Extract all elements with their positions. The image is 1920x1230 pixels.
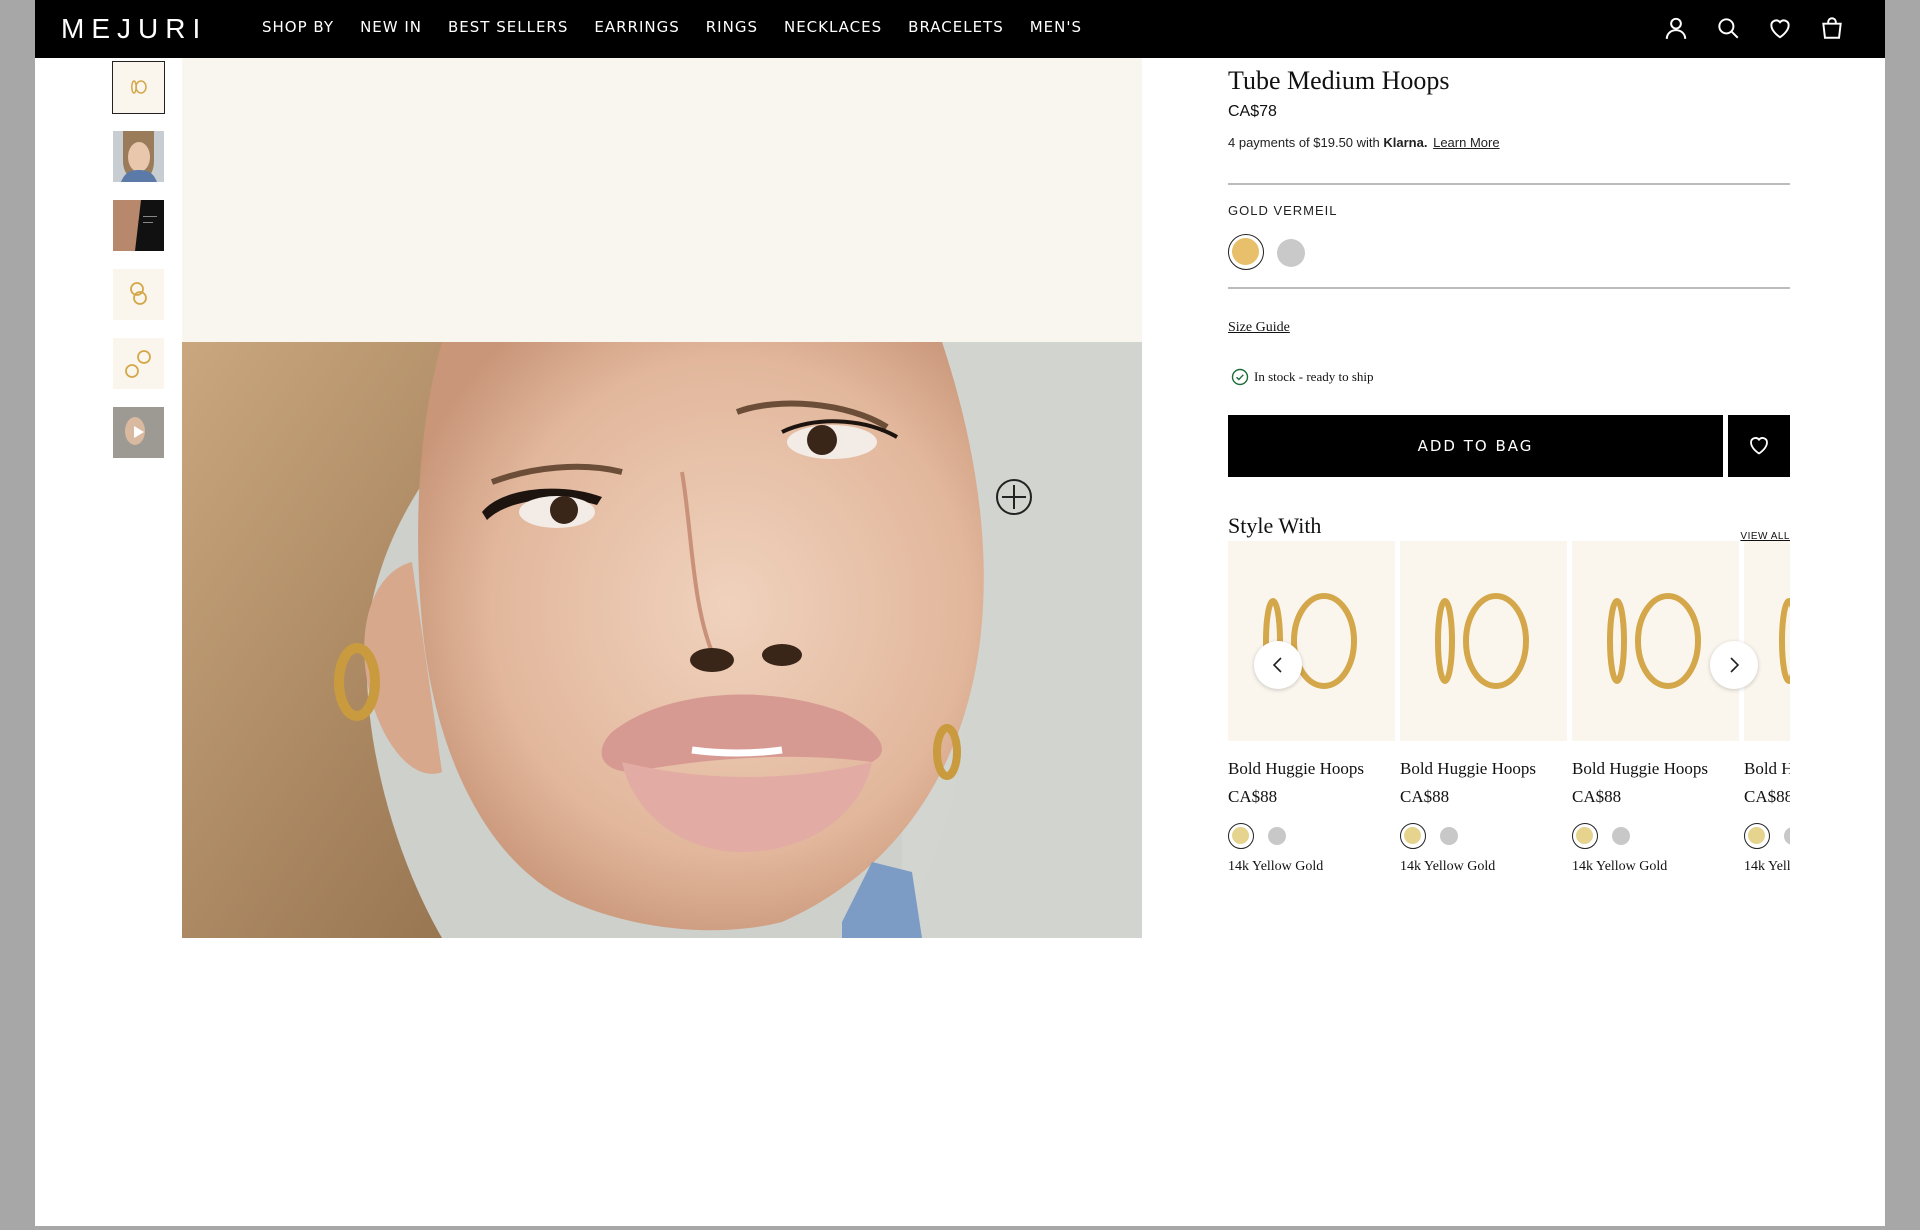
thumbnail-model-dark[interactable] [113, 200, 164, 251]
product-card-price: CA$88 [1744, 787, 1790, 806]
nav-earrings[interactable]: EARRINGS [594, 18, 679, 36]
product-card-price: CA$88 [1572, 787, 1622, 806]
thumbnail-hoops[interactable] [112, 61, 165, 114]
product-image-background [182, 58, 1142, 342]
product-card-swatch-gold[interactable] [1400, 823, 1426, 849]
product-card-image [1744, 541, 1790, 741]
carousel-next-button[interactable] [1710, 641, 1758, 689]
product-card-image [1228, 541, 1395, 741]
swatch-gold[interactable] [1228, 234, 1264, 270]
product-card-swatch-silver[interactable] [1784, 827, 1790, 845]
nav-mens[interactable]: MEN'S [1030, 18, 1082, 36]
size-guide-link[interactable]: Size Guide [1228, 320, 1290, 336]
product-card[interactable]: Bold Huggie Hoops CA$88 14k Yellow Gold [1744, 541, 1790, 874]
stock-text: In stock - ready to ship [1254, 369, 1374, 384]
product-card-material: 14k Yellow Gold [1744, 859, 1790, 874]
check-circle-icon [1231, 368, 1249, 386]
product-card-swatch-gold[interactable] [1572, 823, 1598, 849]
add-to-wishlist-button[interactable] [1728, 415, 1790, 477]
product-price: CA$78 [1228, 103, 1277, 120]
product-card-swatch-silver[interactable] [1612, 827, 1630, 845]
klarna-brand: Klarna. [1383, 135, 1428, 150]
search-icon[interactable] [1715, 15, 1741, 41]
product-card-image [1572, 541, 1739, 741]
nav-necklaces[interactable]: NECKLACES [784, 18, 882, 36]
nav-icons [1663, 15, 1845, 41]
thumbnail-hoops-linked[interactable] [113, 269, 164, 320]
product-card-name: Bold Huggie Hoops [1744, 759, 1790, 778]
top-nav: MEJURI SHOP BY NEW IN BEST SELLERS EARRI… [35, 0, 1885, 58]
chevron-left-icon [1272, 657, 1282, 673]
style-with-title: Style With [1228, 513, 1322, 538]
product-card[interactable]: Bold Huggie Hoops CA$88 14k Yellow Gold [1572, 541, 1739, 874]
klarna-learn-more-link[interactable]: Learn More [1433, 135, 1499, 150]
thumbnail-list [112, 61, 165, 476]
product-card-swatch-silver[interactable] [1268, 827, 1286, 845]
swatch-silver[interactable] [1277, 239, 1305, 267]
thumbnail-video[interactable] [113, 407, 164, 458]
product-card-name: Bold Huggie Hoops [1572, 759, 1708, 778]
product-card[interactable]: Bold Huggie Hoops CA$88 14k Yellow Gold [1228, 541, 1395, 874]
product-card-swatch-gold[interactable] [1744, 823, 1770, 849]
product-card-material: 14k Yellow Gold [1400, 859, 1496, 874]
chevron-right-icon [1730, 657, 1740, 673]
product-card-material: 14k Yellow Gold [1228, 859, 1324, 874]
thumbnail-model-face[interactable] [113, 131, 164, 182]
heart-icon [1750, 436, 1768, 455]
nav-bracelets[interactable]: BRACELETS [908, 18, 1004, 36]
product-card-swatch-silver[interactable] [1440, 827, 1458, 845]
product-title: Tube Medium Hoops [1228, 66, 1450, 95]
nav-best-sellers[interactable]: BEST SELLERS [448, 18, 568, 36]
metal-label: GOLD VERMEIL [1228, 203, 1338, 218]
product-main-image[interactable] [182, 58, 1142, 938]
product-card[interactable]: Bold Huggie Hoops CA$88 14k Yellow Gold [1400, 541, 1567, 874]
klarna-installments: 4 payments of $19.50 with Klarna. Learn … [1228, 135, 1500, 150]
stock-status: In stock - ready to ship [1231, 368, 1374, 386]
nav-shop-by[interactable]: SHOP BY [262, 18, 334, 36]
product-card-name: Bold Huggie Hoops [1400, 759, 1536, 778]
klarna-text: 4 payments of $19.50 with [1228, 135, 1380, 150]
product-card-swatch-gold[interactable] [1228, 823, 1254, 849]
style-with-carousel: Bold Huggie Hoops CA$88 14k Yellow Gold … [1228, 541, 1790, 941]
account-icon[interactable] [1663, 15, 1689, 41]
carousel-prev-button[interactable] [1254, 641, 1302, 689]
product-card-name: Bold Huggie Hoops [1228, 759, 1364, 778]
product-card-price: CA$88 [1400, 787, 1450, 806]
page: MEJURI SHOP BY NEW IN BEST SELLERS EARRI… [35, 0, 1885, 1226]
bag-icon[interactable] [1819, 15, 1845, 41]
product-card-material: 14k Yellow Gold [1572, 859, 1668, 874]
thumbnail-hoops-pair[interactable] [113, 338, 164, 389]
zoom-cursor-icon [996, 479, 1032, 515]
add-to-bag-button[interactable]: ADD TO BAG [1228, 415, 1723, 477]
wishlist-icon[interactable] [1767, 15, 1793, 41]
divider [1228, 183, 1790, 185]
logo[interactable]: MEJURI [61, 13, 207, 45]
nav-new-in[interactable]: NEW IN [360, 18, 422, 36]
divider [1228, 287, 1790, 289]
model-photo [182, 342, 1142, 938]
nav-rings[interactable]: RINGS [706, 18, 758, 36]
main-menu: SHOP BY NEW IN BEST SELLERS EARRINGS RIN… [262, 18, 1108, 36]
product-card-image [1400, 541, 1567, 741]
product-card-price: CA$88 [1228, 787, 1278, 806]
